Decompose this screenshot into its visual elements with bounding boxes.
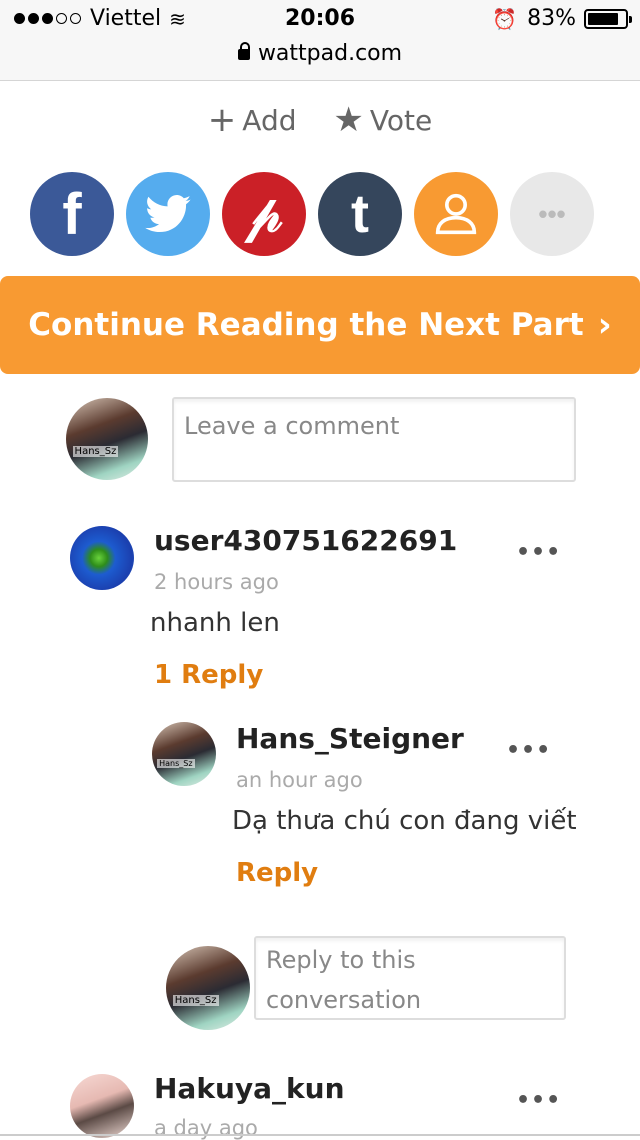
reply-username[interactable]: Hans_Steigner: [236, 722, 464, 755]
user-icon: [435, 193, 477, 235]
chevron-right-icon: ›: [597, 305, 612, 345]
comment-more-button[interactable]: •••: [516, 540, 561, 565]
tumblr-share-button[interactable]: t: [318, 172, 402, 256]
pinterest-share-button[interactable]: 𝓅: [222, 172, 306, 256]
continue-reading-label: Continue Reading the Next Part: [28, 307, 584, 343]
comment-input[interactable]: Leave a comment: [172, 397, 576, 482]
story-actions: + Add ★ Vote: [0, 100, 640, 140]
avatar: Hans_Sz: [166, 946, 250, 1030]
url-bar[interactable]: wattpad.com: [0, 40, 640, 81]
battery-percent: 83%: [527, 6, 576, 31]
star-icon: ★: [333, 100, 364, 140]
reply-text: Dạ thưa chú con đang viết: [232, 806, 577, 836]
more-share-button[interactable]: •••: [510, 172, 594, 256]
add-label: Add: [242, 103, 297, 137]
avatar[interactable]: Hans_Sz: [152, 722, 216, 786]
facebook-icon: f: [62, 181, 82, 247]
vote-label: Vote: [369, 103, 433, 137]
pinterest-icon: 𝓅: [245, 184, 283, 243]
twitter-share-button[interactable]: [126, 172, 210, 256]
comment-username[interactable]: user430751622691: [154, 524, 457, 557]
comment-timestamp: 2 hours ago: [154, 570, 279, 594]
share-buttons: f 𝓅 t •••: [30, 172, 606, 256]
plus-icon: +: [207, 100, 237, 140]
tumblr-icon: t: [351, 184, 369, 244]
comment-more-button[interactable]: •••: [516, 1088, 561, 1113]
battery-icon: [584, 8, 632, 29]
reply-timestamp: an hour ago: [236, 768, 363, 792]
facebook-share-button[interactable]: f: [30, 172, 114, 256]
lock-icon: [237, 42, 250, 60]
url-text: wattpad.com: [257, 41, 403, 66]
more-icon: •••: [538, 198, 566, 229]
status-bar: Viettel ≋ 20:06 ⏰ 83%: [0, 0, 640, 40]
battery-status: ⏰ 83%: [492, 6, 632, 31]
avatar: Hans_Sz: [66, 398, 148, 480]
view-replies-link[interactable]: 1 Reply: [154, 660, 263, 690]
comment-text: nhanh len: [150, 608, 280, 638]
add-button[interactable]: + Add: [208, 100, 297, 140]
alarm-icon: ⏰: [492, 6, 518, 31]
vote-button[interactable]: ★ Vote: [333, 100, 432, 140]
comment-username[interactable]: Hakuya_kun: [154, 1072, 345, 1105]
avatar[interactable]: [70, 526, 134, 590]
profile-share-button[interactable]: [414, 172, 498, 256]
reply-input[interactable]: Reply to this conversation: [254, 936, 566, 1020]
comment-timestamp: a day ago: [154, 1116, 258, 1140]
continue-reading-button[interactable]: Continue Reading the Next Part ›: [0, 276, 640, 374]
twitter-icon: [145, 195, 191, 233]
reply-more-button[interactable]: •••: [506, 738, 551, 763]
avatar[interactable]: [70, 1074, 134, 1138]
reply-button[interactable]: Reply: [236, 858, 318, 888]
